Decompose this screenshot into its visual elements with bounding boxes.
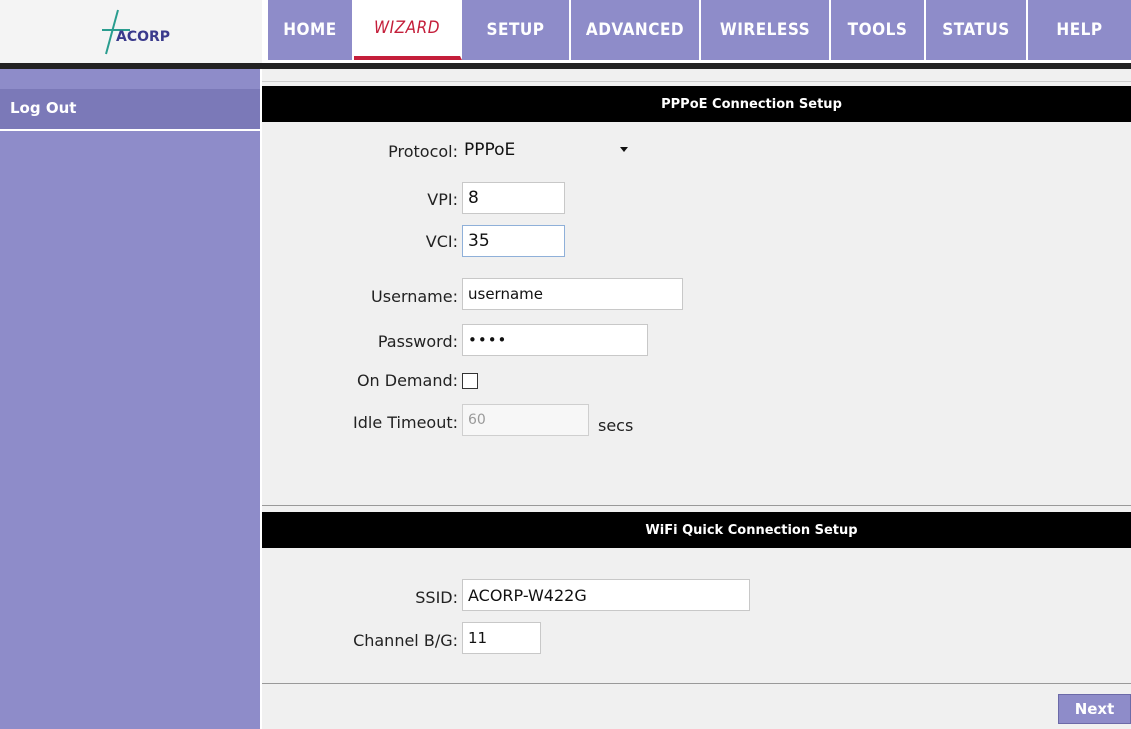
tab-status[interactable]: STATUS: [926, 0, 1028, 60]
logo: ACORP: [0, 0, 262, 63]
vpi-field[interactable]: 8: [462, 182, 565, 214]
pppoe-section-title: PPPoE Connection Setup: [661, 96, 842, 112]
top-nav: HOME WIZARD SETUP ADVANCED WIRELESS TOOL…: [268, 0, 1131, 63]
ondemand-label: On Demand:: [356, 371, 458, 390]
channel-value: 11: [468, 629, 488, 647]
protocol-label: Protocol:: [388, 142, 458, 161]
protocol-select[interactable]: PPPoE: [462, 134, 636, 166]
sidebar: Log Out: [0, 69, 260, 729]
channel-field[interactable]: 11: [462, 622, 541, 654]
protocol-value: PPPoE: [464, 140, 516, 160]
ondemand-checkbox[interactable]: [462, 373, 478, 389]
tab-help[interactable]: HELP: [1028, 0, 1131, 60]
vpi-value: 8: [468, 188, 479, 208]
tab-advanced[interactable]: ADVANCED: [571, 0, 701, 60]
idle-timeout-label: Idle Timeout:: [353, 413, 458, 432]
vci-label: VCI:: [425, 232, 458, 251]
footer-separator: [262, 683, 1131, 684]
tab-wireless[interactable]: WIRELESS: [701, 0, 831, 60]
idle-timeout-field[interactable]: 60: [462, 404, 589, 436]
next-button-label: Next: [1074, 700, 1115, 718]
tab-wizard[interactable]: WIZARD: [354, 0, 462, 60]
channel-label: Channel B/G:: [353, 631, 458, 650]
next-button[interactable]: Next: [1058, 694, 1131, 724]
chevron-down-icon: [620, 147, 628, 152]
tab-home[interactable]: HOME: [268, 0, 354, 60]
main-panel: PPPoE Connection Setup Protocol: PPPoE V…: [262, 82, 1131, 729]
content-top-strip: [262, 69, 1131, 82]
password-field[interactable]: ••••: [462, 324, 648, 356]
ssid-field[interactable]: ACORP-W422G: [462, 579, 750, 611]
vci-field[interactable]: 35: [462, 225, 565, 257]
idle-timeout-unit: secs: [598, 416, 634, 435]
username-field[interactable]: username: [462, 278, 683, 310]
idle-timeout-value: 60: [468, 412, 486, 428]
pppoe-section-header: PPPoE Connection Setup: [262, 86, 1131, 122]
section-separator: [262, 505, 1131, 506]
password-value: ••••: [468, 331, 508, 349]
acorp-logo-icon: ACORP: [102, 9, 170, 55]
username-value: username: [468, 285, 543, 303]
vci-value: 35: [468, 231, 490, 251]
tab-tools[interactable]: TOOLS: [831, 0, 926, 60]
wifi-section-header: WiFi Quick Connection Setup: [262, 512, 1131, 548]
sidebar-item-logout[interactable]: Log Out: [0, 89, 260, 131]
password-label: Password:: [377, 332, 458, 351]
tab-setup[interactable]: SETUP: [462, 0, 571, 60]
username-label: Username:: [371, 287, 458, 306]
sidebar-item-label: Log Out: [10, 99, 77, 117]
vpi-label: VPI:: [427, 190, 458, 209]
ssid-value: ACORP-W422G: [468, 585, 587, 605]
wifi-section-title: WiFi Quick Connection Setup: [645, 522, 858, 538]
svg-text:ACORP: ACORP: [116, 29, 170, 45]
ssid-label: SSID:: [415, 588, 458, 607]
